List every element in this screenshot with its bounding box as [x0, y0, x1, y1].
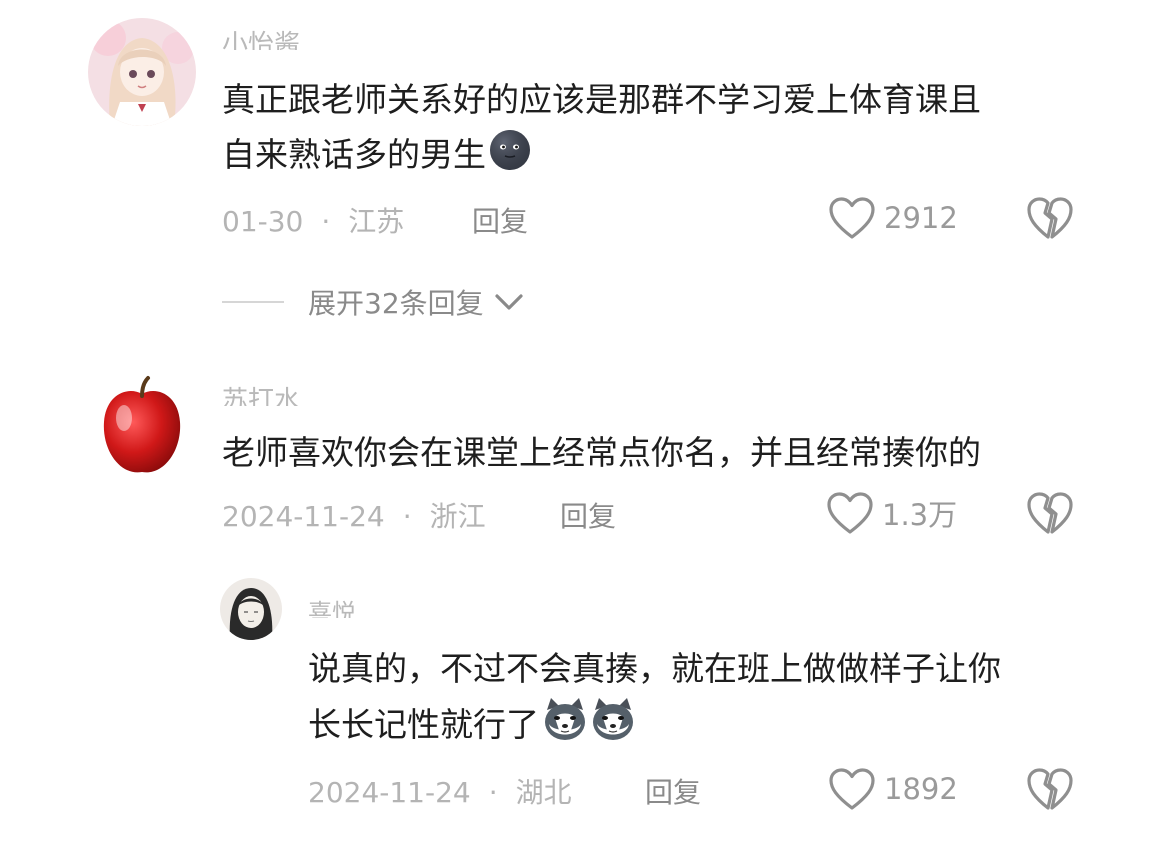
- avatar[interactable]: [88, 372, 196, 480]
- comment-text-line: 真正跟老师关系好的应该是那群不学习爱上体育课且: [222, 80, 981, 119]
- like-count: 1892: [884, 772, 958, 806]
- separator-dot: ·: [488, 776, 498, 809]
- comment-location: 江苏: [348, 205, 405, 238]
- username[interactable]: 小怡酱: [222, 30, 300, 50]
- chevron-down-icon: [495, 294, 523, 310]
- comment-text: 老师喜欢你会在课堂上经常点你名，并且经常揍你的: [222, 425, 981, 480]
- reply-button[interactable]: 回复: [560, 495, 616, 535]
- reply-button[interactable]: 回复: [645, 771, 701, 811]
- comment-location: 湖北: [515, 776, 572, 809]
- heart-outline-icon: [829, 197, 875, 239]
- doge-husky-emoji: [593, 698, 633, 740]
- heart-outline-icon: [829, 768, 875, 810]
- comment-meta: 2024-11-24 · 湖北: [308, 771, 572, 811]
- like-button[interactable]: 2912: [828, 194, 958, 242]
- sketch-person-avatar: [220, 578, 282, 640]
- comment-text: 说真的，不过不会真揍，就在班上做做样子让你 长长记性就行了: [308, 641, 1001, 752]
- comment-meta: 01-30 · 江苏: [222, 200, 404, 240]
- comment-text: 真正跟老师关系好的应该是那群不学习爱上体育课且 自来熟话多的男生: [222, 72, 981, 182]
- red-apple-avatar: [88, 372, 196, 480]
- broken-heart-icon[interactable]: [1026, 766, 1074, 812]
- comment-text-line: 长长记性就行了: [308, 696, 1001, 752]
- username[interactable]: 苏打水: [222, 386, 300, 406]
- comment-location: 浙江: [429, 500, 486, 533]
- heart-outline-icon: [827, 492, 873, 534]
- comment-text-line: 说真的，不过不会真揍，就在班上做做样子让你: [308, 649, 1001, 688]
- separator-dot: ·: [321, 205, 331, 238]
- username[interactable]: 喜悦.: [308, 598, 364, 618]
- expand-replies-label: 展开32条回复: [308, 287, 484, 320]
- doge-husky-emoji: [545, 698, 585, 740]
- like-button[interactable]: 1.3万: [826, 489, 957, 537]
- broken-heart-icon[interactable]: [1026, 195, 1074, 241]
- avatar[interactable]: [88, 18, 196, 126]
- like-count: 2912: [884, 201, 958, 235]
- broken-heart-icon[interactable]: [1026, 490, 1074, 536]
- comment-meta: 2024-11-24 · 浙江: [222, 495, 486, 535]
- comment-date: 2024-11-24: [308, 776, 471, 809]
- like-count: 1.3万: [882, 498, 958, 532]
- comment-text-line: 自来熟话多的男生: [222, 127, 981, 182]
- expand-replies-button[interactable]: 展开32条回复: [222, 282, 526, 322]
- avatar[interactable]: [220, 578, 282, 640]
- comment-text-line: 老师喜欢你会在课堂上经常点你名，并且经常揍你的: [222, 433, 981, 472]
- anime-girl-avatar: [88, 18, 196, 126]
- reply-button[interactable]: 回复: [472, 200, 528, 240]
- divider: [222, 301, 284, 303]
- separator-dot: ·: [402, 500, 412, 533]
- comment-date: 2024-11-24: [222, 500, 385, 533]
- comment-date: 01-30: [222, 205, 304, 238]
- like-button[interactable]: 1892: [828, 765, 958, 813]
- new-moon-face-emoji: [490, 130, 530, 170]
